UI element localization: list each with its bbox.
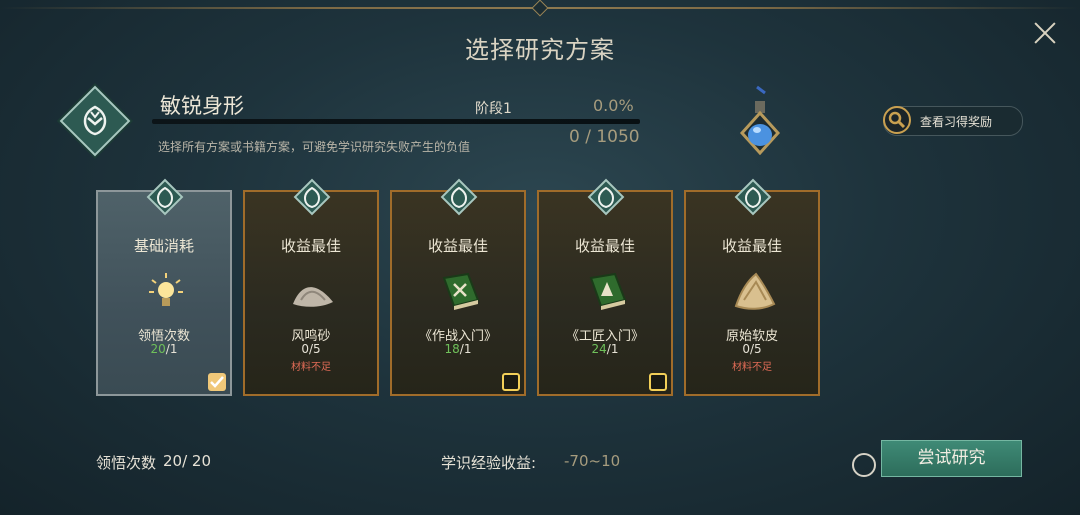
combat-book-icon — [438, 270, 482, 314]
card-checkbox[interactable] — [502, 373, 520, 391]
sand-pile-icon — [291, 270, 335, 314]
card-title: 基础消耗 — [133, 237, 194, 255]
plan-card-leather[interactable]: 收益最佳 原始软皮 0/5 材料不足 — [684, 178, 820, 396]
card-item-quantity: 0/5 — [301, 342, 321, 356]
try-research-button[interactable]: 尝试研究 — [881, 440, 1022, 477]
card-emblem-icon — [587, 178, 625, 216]
card-item-quantity: 18/1 — [444, 342, 472, 356]
leather-hide-icon — [732, 270, 776, 314]
skill-stage: 阶段1 — [475, 101, 512, 117]
close-icon[interactable] — [1030, 18, 1060, 48]
magnifier-icon — [883, 106, 911, 134]
skill-emblem-icon — [59, 85, 131, 157]
card-item-quantity: 0/5 — [742, 342, 762, 356]
lightbulb-icon — [144, 270, 188, 314]
craft-book-icon — [585, 270, 629, 314]
card-emblem-icon — [734, 178, 772, 216]
exp-gain-label: 学识经验收益: — [441, 454, 537, 472]
plan-card-craft-book[interactable]: 收益最佳 《工匠入门》 24/1 — [537, 178, 673, 396]
card-checkbox[interactable] — [649, 373, 667, 391]
insight-count-label: 领悟次数 — [96, 454, 157, 472]
skill-progress-bar — [152, 119, 640, 124]
insufficient-material-warning: 材料不足 — [732, 362, 772, 373]
research-hint-text: 选择所有方案或书籍方案，可避免学识研究失败产生的负值 — [158, 140, 471, 154]
skill-name: 敏锐身形 — [160, 94, 244, 118]
plan-card-combat-book[interactable]: 收益最佳 《作战入门》 18/1 — [390, 178, 526, 396]
view-rewards-button[interactable]: 查看习得奖励 — [883, 106, 1023, 136]
card-emblem-icon — [146, 178, 184, 216]
potion-flask-icon — [735, 83, 785, 156]
insight-count-value: 20/ 20 — [163, 452, 211, 470]
plan-card-sand[interactable]: 收益最佳 风鸣砂 0/5 材料不足 — [243, 178, 379, 396]
card-emblem-icon — [440, 178, 478, 216]
card-item-quantity: 24/1 — [591, 342, 619, 356]
card-title: 收益最佳 — [721, 237, 782, 255]
view-rewards-label: 查看习得奖励 — [920, 115, 993, 129]
card-title: 收益最佳 — [427, 237, 488, 255]
card-item-quantity: 20/1 — [150, 342, 178, 356]
top-border-ornament — [531, 0, 549, 17]
card-checkbox-checked[interactable] — [208, 373, 226, 391]
page-title: 选择研究方案 — [465, 36, 615, 64]
insufficient-material-warning: 材料不足 — [291, 362, 331, 373]
card-title: 收益最佳 — [280, 237, 341, 255]
skill-progress-percent: 0.0% — [593, 96, 634, 115]
skill-exp-counter: 0 / 1050 — [569, 127, 640, 147]
card-emblem-icon — [293, 178, 331, 216]
card-title: 收益最佳 — [574, 237, 635, 255]
exp-gain-value: -70~10 — [564, 452, 621, 470]
auto-select-radio[interactable] — [852, 453, 876, 477]
plan-card-basic[interactable]: 基础消耗 领悟次数 20/1 — [96, 178, 232, 396]
